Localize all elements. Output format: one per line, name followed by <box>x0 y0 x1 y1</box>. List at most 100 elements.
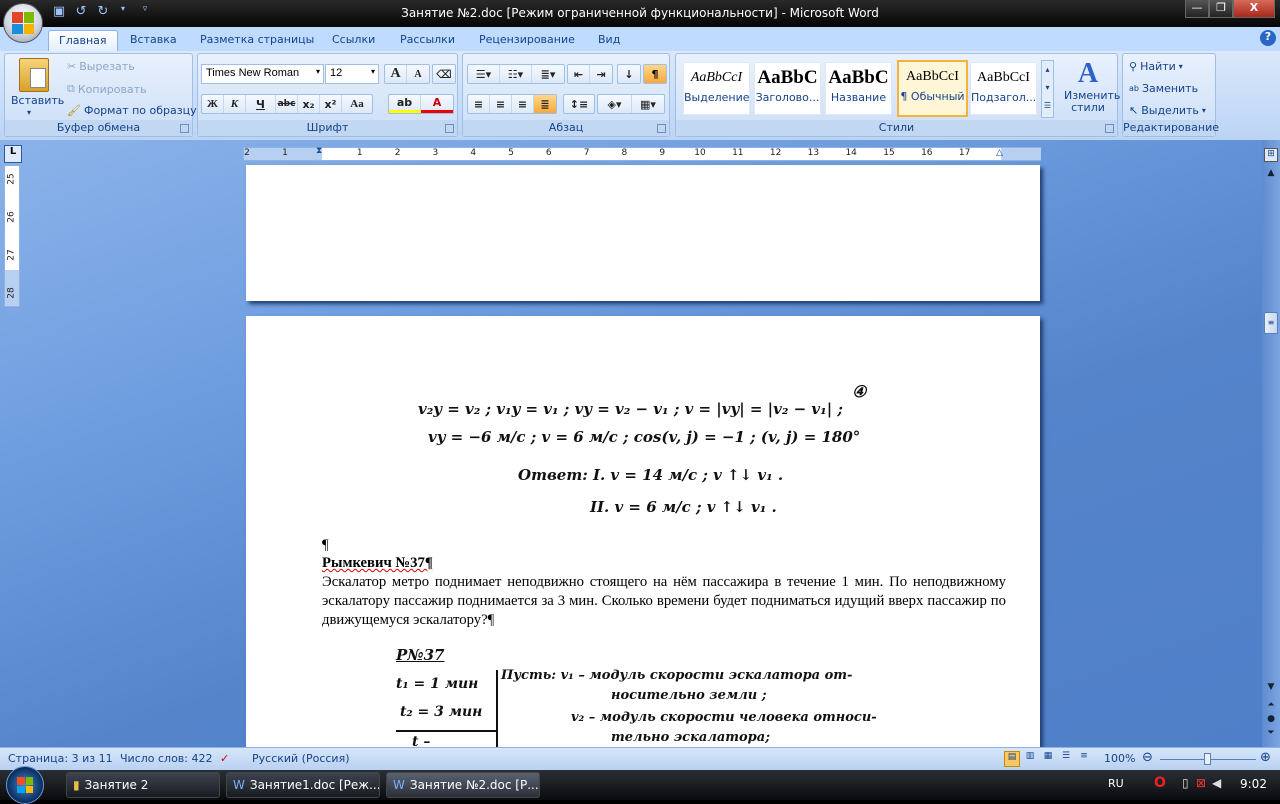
word-count[interactable]: Число слов: 422 <box>120 752 213 765</box>
increase-indent-button[interactable]: ⇥ <box>590 65 612 83</box>
tab-view[interactable]: Вид <box>588 30 630 51</box>
horizontal-ruler[interactable]: 2 1 1 2 3 4 5 6 7 8 9 10 11 12 13 14 15 16 17 ⧗ △ <box>243 146 1041 161</box>
strikethrough-button[interactable]: abc <box>276 95 298 113</box>
draft-icon[interactable]: ≡ <box>1076 751 1092 767</box>
outline-icon[interactable]: ☰ <box>1058 751 1074 767</box>
volume-icon[interactable]: ◀ <box>1212 776 1221 790</box>
indent-marker[interactable]: ⧗ <box>316 146 322 156</box>
tab-selector[interactable]: L <box>4 145 22 163</box>
align-left-button[interactable]: ≡ <box>468 95 490 113</box>
dialog-launcher-icon[interactable] <box>180 124 189 133</box>
page-count[interactable]: Страница: 3 из 11 <box>8 752 113 765</box>
replace-button[interactable]: ab Заменить <box>1129 82 1198 95</box>
align-right-button[interactable]: ≡ <box>512 95 534 113</box>
copy-button[interactable]: ⧉ Копировать <box>67 82 147 96</box>
taskbar-item-folder[interactable]: ▮ Занятие 2 <box>66 772 220 798</box>
paste-button[interactable]: Вставить <box>11 94 64 107</box>
change-styles-button[interactable]: A Изменить стили <box>1064 58 1120 114</box>
undo-icon[interactable]: ↺ <box>72 4 90 22</box>
tab-home[interactable]: Главная <box>48 30 118 51</box>
cut-button[interactable]: ✂ Вырезать <box>67 60 135 73</box>
font-size-select[interactable]: 12 ▾ <box>325 64 379 84</box>
next-page-icon[interactable]: ⏷ <box>1264 728 1278 738</box>
justify-button[interactable]: ≣ <box>534 95 556 113</box>
right-indent-marker[interactable]: △ <box>996 148 1003 158</box>
browse-object-icon[interactable]: ● <box>1264 714 1278 724</box>
chevron-down-icon[interactable]: ▾ <box>114 4 132 22</box>
numbering-button[interactable]: ☷▾ <box>500 65 532 83</box>
network-icon[interactable]: ⊠ <box>1196 776 1206 790</box>
zoom-in-icon[interactable]: ⊕ <box>1260 750 1271 765</box>
save-icon[interactable]: ▣ <box>50 4 68 22</box>
dialog-launcher-icon[interactable] <box>1105 124 1114 133</box>
subscript-button[interactable]: x₂ <box>298 95 320 113</box>
style-emphasis[interactable]: AaBbCcI Выделение <box>683 62 750 115</box>
print-layout-icon[interactable]: ▤ <box>1004 751 1020 767</box>
select-button[interactable]: ↖ Выделить ▾ <box>1129 104 1206 117</box>
dialog-launcher-icon[interactable] <box>445 124 454 133</box>
chevron-down-icon[interactable]: ▾ <box>27 108 31 117</box>
change-case-button[interactable]: Aa <box>342 95 372 113</box>
decrease-indent-button[interactable]: ⇤ <box>568 65 590 83</box>
language[interactable]: Русский (Россия) <box>252 752 350 765</box>
opera-icon[interactable]: O <box>1154 775 1166 791</box>
borders-button[interactable]: ▦▾ <box>632 95 664 113</box>
styles-scroll[interactable]: ▴ ▾ ☰ <box>1041 60 1054 118</box>
scroll-thumb[interactable]: ≡ <box>1264 312 1278 334</box>
style-subtitle[interactable]: AaBbCcI Подзагол... <box>970 62 1037 115</box>
customize-qat-icon[interactable]: ▿ <box>136 4 154 22</box>
zoom-slider-thumb[interactable] <box>1204 753 1211 765</box>
format-painter-button[interactable]: 🖌 Формат по образцу <box>67 104 197 117</box>
sort-button[interactable]: ↓ <box>617 64 641 84</box>
underline-button[interactable]: Ч <box>246 95 276 113</box>
dialog-launcher-icon[interactable] <box>657 124 666 133</box>
start-button[interactable] <box>6 766 44 804</box>
language-indicator[interactable]: RU <box>1108 777 1124 790</box>
highlight-button[interactable]: ab <box>389 95 421 113</box>
paste-icon[interactable] <box>19 58 49 92</box>
style-heading[interactable]: AaBbC Заголово... <box>754 62 821 115</box>
page-current[interactable]: v₂y = v₂ ; v₁y = v₁ ; vy = v₂ − v₁ ; v =… <box>246 316 1040 747</box>
find-button[interactable]: ⚲ Найти ▾ <box>1129 60 1183 73</box>
style-title[interactable]: AaBbC Название <box>825 62 892 115</box>
tab-page-layout[interactable]: Разметка страницы <box>190 30 324 51</box>
previous-page-icon[interactable]: ⏶ <box>1264 700 1278 710</box>
proofing-icon[interactable]: ✓ <box>220 752 229 765</box>
tab-review[interactable]: Рецензирование <box>469 30 585 51</box>
italic-button[interactable]: К <box>224 95 246 113</box>
bold-button[interactable]: Ж <box>202 95 224 113</box>
scroll-down-icon[interactable]: ▼ <box>1264 682 1278 692</box>
tab-mailings[interactable]: Рассылки <box>390 30 465 51</box>
vertical-ruler[interactable]: 25 26 27 28 <box>4 165 20 307</box>
shading-button[interactable]: ◈▾ <box>598 95 632 113</box>
grow-font-button[interactable]: A <box>385 65 407 83</box>
minimize-button[interactable]: — <box>1185 0 1209 18</box>
close-button[interactable]: X <box>1233 0 1275 18</box>
multilevel-list-button[interactable]: ≣▾ <box>532 65 564 83</box>
bullets-button[interactable]: ☰▾ <box>468 65 500 83</box>
taskbar-item-doc1[interactable]: W Занятие1.doc [Реж... <box>226 772 380 798</box>
font-color-button[interactable]: A <box>421 95 453 113</box>
help-icon[interactable]: ? <box>1260 30 1276 46</box>
superscript-button[interactable]: x² <box>320 95 342 113</box>
show-marks-button[interactable]: ¶ <box>643 64 667 84</box>
redo-icon[interactable]: ↻ <box>94 4 112 22</box>
font-name-select[interactable]: Times New Roman ▾ <box>201 64 324 84</box>
zoom-out-icon[interactable]: ⊖ <box>1142 750 1153 765</box>
shrink-font-button[interactable]: A <box>407 65 429 83</box>
clock[interactable]: 9:02 <box>1240 777 1267 791</box>
vertical-scrollbar[interactable]: ⊞ ▲ ≡ ▼ ⏶ ● ⏷ <box>1262 140 1280 747</box>
office-button[interactable] <box>3 3 43 43</box>
style-normal[interactable]: AaBbCcI ¶ Обычный <box>897 60 968 117</box>
ruler-toggle-icon[interactable]: ⊞ <box>1264 148 1278 162</box>
web-layout-icon[interactable]: ▦ <box>1040 751 1056 767</box>
tab-insert[interactable]: Вставка <box>120 30 187 51</box>
battery-icon[interactable]: ▯ <box>1182 776 1189 790</box>
line-spacing-button[interactable]: ↕≡ <box>563 94 595 114</box>
zoom-level[interactable]: 100% <box>1104 752 1135 765</box>
scroll-up-icon[interactable]: ▲ <box>1264 168 1278 178</box>
full-screen-reading-icon[interactable]: ▥ <box>1022 751 1038 767</box>
restore-button[interactable]: ❐ <box>1209 0 1233 18</box>
align-center-button[interactable]: ≡ <box>490 95 512 113</box>
tab-references[interactable]: Ссылки <box>322 30 385 51</box>
